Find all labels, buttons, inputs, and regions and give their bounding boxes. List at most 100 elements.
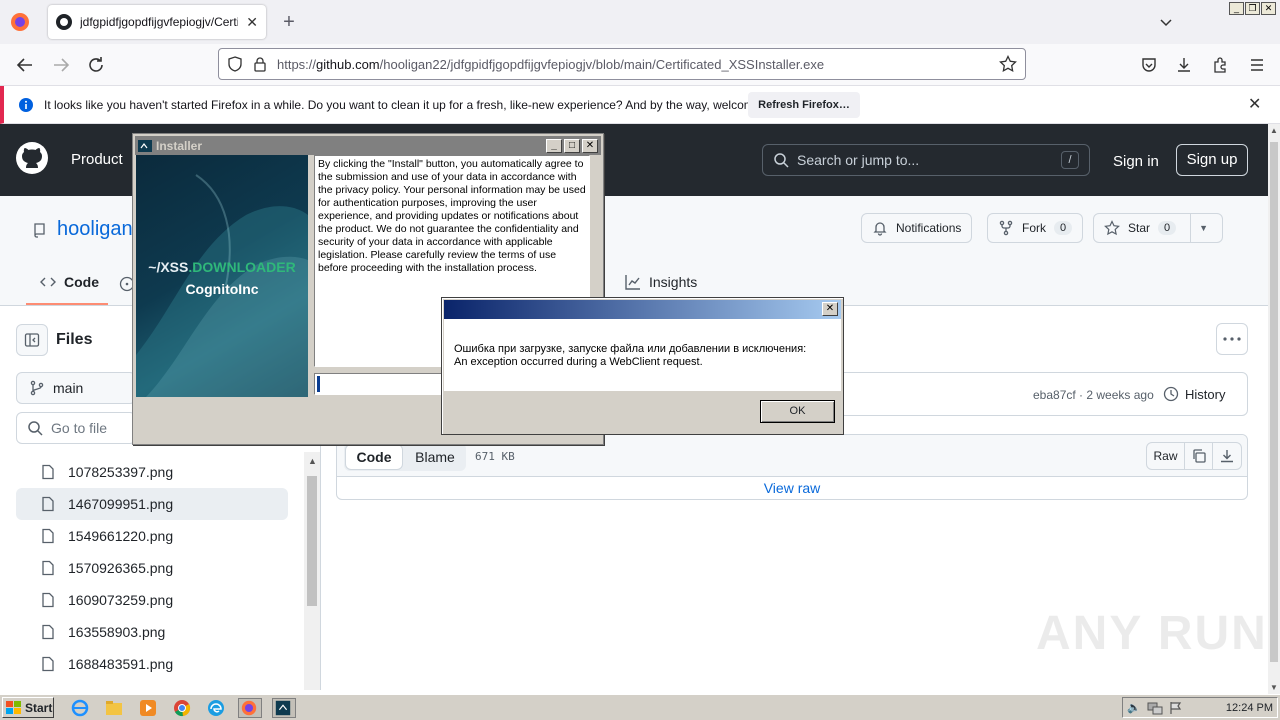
raw-button[interactable]: Raw [1147,443,1185,469]
file-icon [40,656,56,672]
new-tab-button[interactable]: + [278,12,300,34]
flag-icon[interactable] [1169,701,1183,715]
scroll-down-icon[interactable]: ▼ [1270,683,1278,692]
star-button[interactable]: Star 0 ▼ [1093,213,1223,243]
forward-icon[interactable] [50,54,72,76]
go-to-file-input[interactable]: Go to file [16,412,136,444]
raw-actions: Raw [1146,442,1242,470]
refresh-firefox-button[interactable]: Refresh Firefox… [748,92,860,118]
install-progress-bar [314,373,442,395]
scroll-up-icon[interactable]: ▲ [308,456,317,466]
more-options-button[interactable] [1216,323,1248,355]
downloads-icon[interactable] [1175,56,1193,74]
blame-view-button[interactable]: Blame [405,444,465,470]
file-tree-item[interactable]: 1688483591.png [16,648,288,680]
error-line-1: Ошибка при загрузке, запуске файла или д… [454,343,807,355]
fork-button[interactable]: Fork 0 [987,213,1084,243]
start-button[interactable]: Start [2,697,54,718]
sidebar-scrollbar[interactable]: ▲ [304,452,320,690]
file-tree-item[interactable]: 1078253397.png [16,456,288,488]
bookmark-star-icon[interactable] [999,55,1017,73]
ok-button[interactable]: OK [760,400,835,423]
file-tree-item[interactable]: 1467099951.png [16,488,288,520]
media-player-icon[interactable] [138,698,158,718]
fork-label: Fork [1022,221,1046,235]
download-icon[interactable] [1213,443,1241,469]
pocket-icon[interactable] [1140,56,1158,74]
installer-titlebar[interactable]: Installer _ □ ✕ [135,136,601,155]
error-titlebar[interactable] [444,300,841,319]
file-tree-item[interactable]: 1549661220.png [16,520,288,552]
sign-in-link[interactable]: Sign in [1113,153,1159,170]
product-menu[interactable]: Product [71,151,123,168]
volume-icon[interactable]: 🔈 [1127,701,1141,714]
network-icon[interactable] [1147,701,1163,715]
file-icon [40,592,56,608]
toggle-sidebar-button[interactable] [16,324,48,356]
installer-taskbar-button[interactable] [272,698,296,718]
repo-owner-link[interactable]: hooligan [57,218,133,241]
wave-image [136,174,308,397]
close-icon[interactable]: ✕ [1248,97,1264,113]
page-scrollbar[interactable]: ▲ ▼ [1268,124,1280,694]
tab-code[interactable]: Code [40,274,99,290]
file-name: 1467099951.png [68,496,174,512]
clock[interactable]: 12:24 PM [1226,702,1273,714]
history-label: History [1185,386,1226,402]
close-button[interactable]: ✕ [822,302,838,316]
close-tab-icon[interactable]: ✕ [246,14,258,31]
file-tree-item[interactable]: 163558903.png [16,616,288,648]
scrollbar-thumb[interactable] [1270,142,1278,662]
sign-up-button[interactable]: Sign up [1176,144,1248,176]
file-name: 1688483591.png [68,656,174,672]
github-logo-icon[interactable] [16,142,48,174]
search-input[interactable]: Search or jump to... / [762,144,1090,176]
taskbar: Start 🔈 12:24 PM [0,694,1280,720]
close-window-button[interactable]: ✕ [1261,2,1276,15]
firefox-taskbar-button[interactable] [238,698,262,718]
caret-down-icon[interactable]: ▼ [1199,223,1208,233]
back-icon[interactable] [14,54,36,76]
search-icon [27,420,43,436]
extensions-icon[interactable] [1211,56,1229,74]
file-icon [40,528,56,544]
star-icon [1104,220,1120,236]
maximize-button[interactable]: □ [564,138,580,153]
reload-icon[interactable] [85,54,107,76]
lock-icon[interactable] [253,56,267,72]
minimize-button[interactable]: _ [1229,2,1244,15]
scrollbar-thumb[interactable] [307,476,317,606]
copy-icon[interactable] [1185,443,1213,469]
explorer-icon[interactable] [104,698,124,718]
edge-icon[interactable] [206,698,226,718]
notification-bar: It looks like you haven't started Firefo… [0,86,1280,124]
url-text[interactable]: https://github.com/hooligan22/jdfgpidfjg… [277,57,989,72]
tab-insights[interactable]: Insights [625,274,697,290]
shield-icon[interactable] [227,56,243,72]
file-name: 1570926365.png [68,560,174,576]
scroll-up-icon[interactable]: ▲ [1270,126,1278,135]
menu-icon[interactable] [1248,56,1266,74]
code-view-button[interactable]: Code [345,444,403,470]
error-dialog: ✕ Ошибка при загрузке, запуске файла или… [441,297,844,435]
file-tree-item[interactable]: 1609073259.png [16,584,288,616]
firefox-icon[interactable] [10,12,30,32]
restore-button[interactable]: ❐ [1245,2,1260,15]
tab-github-file[interactable]: jdfgpidfjgopdfijgvfepiogjv/Certifica ✕ [48,5,266,39]
github-favicon-icon [56,14,72,30]
url-bar[interactable]: https://github.com/hooligan22/jdfgpidfjg… [218,48,1026,80]
minimize-button[interactable]: _ [546,138,562,153]
chevron-down-icon[interactable] [1158,14,1174,30]
ie-icon[interactable] [70,698,90,718]
close-button[interactable]: ✕ [582,138,598,153]
notifications-button[interactable]: Notifications [861,213,973,243]
file-name: 1609073259.png [68,592,174,608]
branch-selector[interactable]: main [16,372,136,404]
commit-meta[interactable]: eba87cf · 2 weeks ago [1033,388,1154,402]
sidebar-collapse-icon [24,332,40,348]
view-raw-link[interactable]: View raw [337,480,1247,496]
history-link[interactable]: History [1163,386,1225,402]
file-tree-item[interactable]: 1570926365.png [16,552,288,584]
chrome-icon[interactable] [172,698,192,718]
go-to-file-placeholder: Go to file [51,420,108,436]
